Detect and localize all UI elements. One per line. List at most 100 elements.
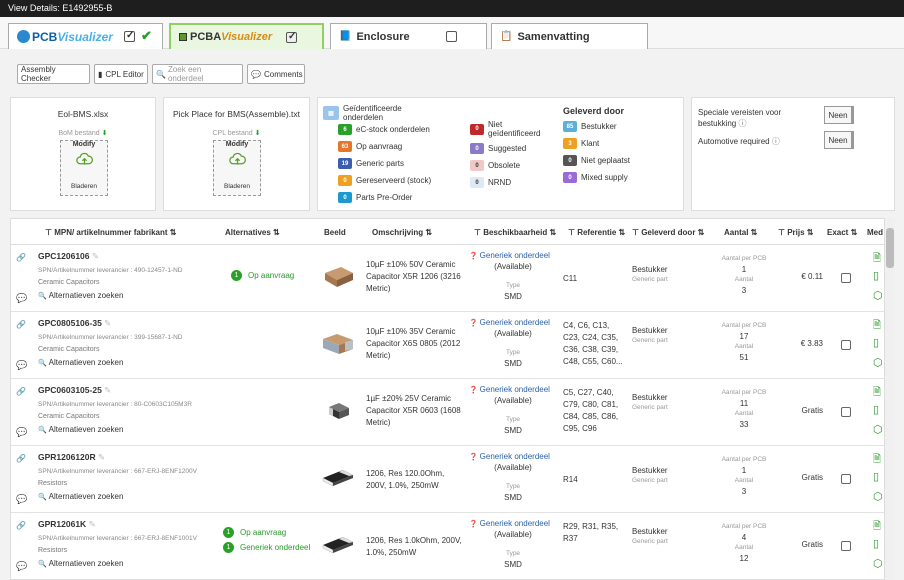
comment-icon[interactable]: 💬 [16,360,27,371]
footprint-icon[interactable]: ▯ [873,470,879,483]
edit-icon[interactable]: ✎ [90,251,99,261]
part-link-icon[interactable]: 🔗 [16,387,26,396]
part-link-icon[interactable]: 🔗 [16,521,26,530]
column-header[interactable]: ⊤ Referentie ⇅ [568,228,625,237]
datasheet-icon[interactable]: 🗎 [873,251,881,268]
datasheet-icon[interactable]: 🗎 [873,519,881,536]
legend-item: 0 Suggested [470,143,526,154]
column-header[interactable]: ⊤ Geleverd door ⇅ [632,228,704,237]
help-icon: ⓘ [738,119,747,128]
legend-identified: ▤ Geïdentificeerde onderdelen [323,104,438,122]
generic-part-link[interactable]: ❓ Generiek onderdeel [469,385,550,394]
3d-model-icon[interactable]: ⬡ [873,356,883,369]
exact-checkbox[interactable] [841,273,851,283]
comment-icon[interactable]: 💬 [16,427,27,438]
supplier-part-number: SPN/Artikelnummer leverancier : 80-C0603… [38,401,192,408]
special-requirements-toggle[interactable]: Neen [824,106,854,124]
column-header[interactable]: ⊤ Prijs ⇅ [778,228,813,237]
help-icon: ❓ [469,387,480,394]
part-link-icon[interactable]: 🔗 [16,253,26,262]
alternatives-search-link[interactable]: 🔍 Alternatieven zoeken [38,291,123,300]
3d-model-icon[interactable]: ⬡ [873,423,883,436]
exact-checkbox[interactable] [841,474,851,484]
column-header[interactable]: Med [867,228,883,237]
exact-checkbox[interactable] [841,340,851,350]
help-icon: ❓ [469,320,480,327]
generic-part-link[interactable]: ❓ Generiek onderdeel [469,251,550,260]
footprint-icon[interactable]: ▯ [873,403,879,416]
column-header[interactable]: Aantal ⇅ [724,228,757,237]
exact-checkbox[interactable] [841,407,851,417]
column-header[interactable]: Alternatives ⇅ [225,228,280,237]
legend-item: 0 Gereserveerd (stock) [338,175,431,186]
column-header[interactable]: Omschrijving ⇅ [372,228,432,237]
tab-checkbox[interactable] [446,31,457,42]
supplier-part-number: SPN/Artikelnummer leverancier : 667-ERJ-… [38,468,197,475]
generic-part-link[interactable]: ❓ Generiek onderdeel [469,318,550,327]
alternative-label: Op aanvraag [248,271,295,280]
comment-icon[interactable]: 💬 [16,561,27,572]
cpl-dropzone[interactable]: Modify Bladeren [213,140,261,196]
column-header[interactable]: Exact ⇅ [827,228,857,237]
part-link-icon[interactable]: 🔗 [16,320,26,329]
exact-checkbox[interactable] [841,541,851,551]
alternative-badge[interactable]: 1 Op aanvraag [223,527,286,538]
tab-logo: PCBAVisualizer [190,31,273,43]
generic-part-link[interactable]: ❓ Generiek onderdeel [469,519,550,528]
tab-pcba-visualizer[interactable]: PCBAVisualizer [169,23,324,49]
tab-samenvatting[interactable]: 📋 Samenvatting [491,23,648,49]
alternatives-search-link[interactable]: 🔍 Alternatieven zoeken [38,559,123,568]
generic-part-link[interactable]: ❓ Generiek onderdeel [469,452,550,461]
datasheet-icon[interactable]: 🗎 [873,385,881,402]
legend-label: Mixed supply [581,173,628,182]
column-header[interactable]: ⊤ MPN/ artikelnummer fabrikant ⇅ [45,228,176,237]
column-header[interactable]: ⊤ Beschikbaarheid ⇅ [474,228,556,237]
datasheet-icon[interactable]: 🗎 [873,452,881,469]
scrollbar-thumb[interactable] [886,228,894,268]
3d-model-icon[interactable]: ⬡ [873,557,883,570]
search-icon: 🔍 [38,360,49,367]
datasheet-icon[interactable]: 🗎 [873,318,881,335]
browse-button[interactable]: Bladeren [61,183,107,190]
assembly-checker-button[interactable]: Assembly Checker [17,64,90,84]
table-scrollbar[interactable] [885,218,895,580]
count-badge: 3 [563,138,577,149]
window-title: View Details: E1492955-B [0,0,904,17]
qty-per-pcb-label: Aantal per PCB [721,456,767,463]
search-part-button[interactable]: 🔍 Zoek een onderdeel [152,64,243,84]
alternatives-search-label: Alternatieven zoeken [48,492,124,501]
browse-button[interactable]: Bladeren [214,183,260,190]
alternatives-search-link[interactable]: 🔍 Alternatieven zoeken [38,358,123,367]
3d-model-icon[interactable]: ⬡ [873,490,883,503]
footprint-icon[interactable]: ▯ [873,269,879,282]
edit-icon[interactable]: ✎ [86,519,96,529]
legend-item: 19 Generic parts [338,158,404,169]
tab-checkbox[interactable] [124,30,135,42]
bom-dropzone[interactable]: Modify Bladeren [60,140,108,196]
3d-model-icon[interactable]: ⬡ [873,289,883,302]
tab-pcb-visualizer[interactable]: PCBVisualizer ✔ [8,23,163,49]
alternatives-search-link[interactable]: 🔍 Alternatieven zoeken [38,492,123,501]
edit-icon[interactable]: ✎ [96,452,105,462]
cpl-editor-button[interactable]: ▮ CPL Editor [94,64,148,84]
footprint-icon[interactable]: ▯ [873,537,879,550]
edit-icon[interactable]: ✎ [102,318,111,328]
column-header[interactable]: Beeld [324,228,346,237]
comment-icon[interactable]: 💬 [16,494,27,505]
edit-icon[interactable]: ✎ [102,385,111,395]
alternatives-search-link[interactable]: 🔍 Alternatieven zoeken [38,425,123,434]
tab-enclosure[interactable]: 📘 Enclosure [330,23,487,49]
alternative-badge[interactable]: 1 Op aanvraag [231,270,294,281]
tab-checkbox[interactable] [286,31,297,43]
automotive-label: Automotive required ⓘ [698,137,780,146]
legend-item: 6 eC-stock onderdelen [338,124,430,135]
footprint-icon[interactable]: ▯ [873,336,879,349]
count-badge: 85 [563,121,577,132]
comment-icon[interactable]: 💬 [16,293,27,304]
part-link-icon[interactable]: 🔗 [16,454,26,463]
automotive-toggle[interactable]: Neen [824,131,854,149]
comments-button[interactable]: 💬 Comments [247,64,305,84]
qty-per-pcb: 1 [741,466,747,475]
alternative-badge[interactable]: 1 Generiek onderdeel [223,542,310,553]
category: Ceramic Capacitors [38,346,100,353]
